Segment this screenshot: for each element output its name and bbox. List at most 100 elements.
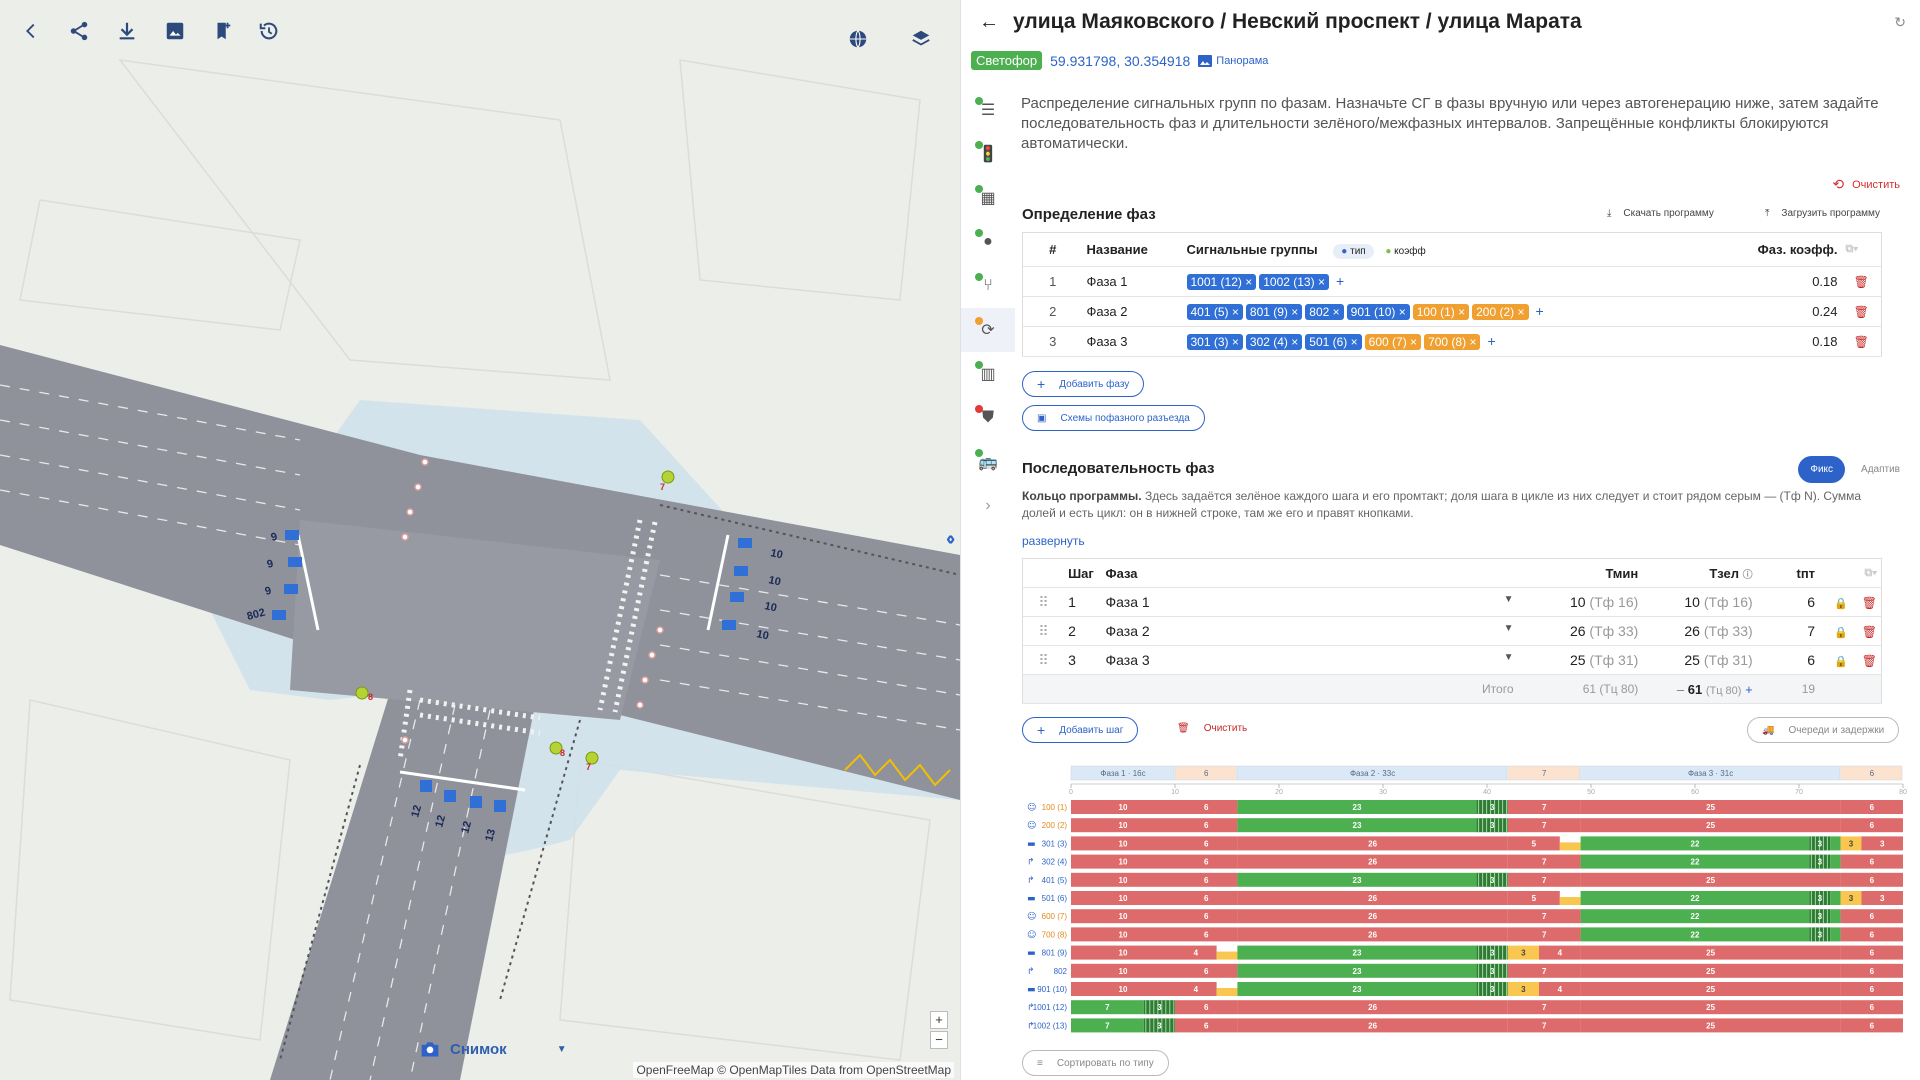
snapshot-button[interactable]: Снимок ▼ (420, 1040, 567, 1058)
delete-phase-icon[interactable]: 🗑 (1854, 335, 1869, 349)
copy-icon[interactable]: ⧉▾ (1819, 558, 1882, 588)
clear-button[interactable]: ⟲ Очистить (1832, 176, 1900, 193)
sort-by-type-button[interactable]: ≡ Сортировать по типу (1022, 1050, 1169, 1076)
globe-icon[interactable] (845, 26, 871, 52)
step-phase-select[interactable]: Фаза 1 ▼ (1101, 587, 1518, 617)
help-icon[interactable]: ⓘ (1743, 570, 1753, 581)
step-tmin[interactable]: 26 (Тф 33) (1517, 616, 1643, 646)
rail-settings[interactable]: ☰ (961, 88, 1015, 132)
signal-group-chip[interactable]: 100 (1) × (1412, 304, 1470, 320)
step-tzel[interactable]: 25 (Тф 31) (1642, 645, 1757, 675)
collapse-panel-icon[interactable]: ‹› (946, 528, 956, 551)
history-icon[interactable] (256, 18, 282, 44)
delete-step-icon[interactable]: 🗑 (1862, 625, 1877, 639)
step-tpt[interactable]: 6 (1756, 587, 1820, 617)
close-icon[interactable]: × (1232, 305, 1239, 319)
add-group-icon[interactable]: + (1487, 333, 1495, 349)
drag-handle-icon[interactable]: ⠿ (1022, 645, 1065, 675)
minus-button[interactable]: – (1677, 682, 1684, 697)
signal-group-chip[interactable]: 301 (3) × (1186, 334, 1243, 350)
close-icon[interactable]: × (1318, 275, 1325, 289)
plus-button[interactable]: + (1745, 682, 1753, 697)
close-icon[interactable]: × (1351, 335, 1358, 349)
schemes-button[interactable]: ▣ Схемы пофазного разъезда (1022, 405, 1205, 431)
signal-group-chip[interactable]: 802 × (1305, 304, 1344, 320)
close-icon[interactable]: × (1333, 305, 1340, 319)
close-icon[interactable]: × (1399, 305, 1406, 319)
coordinates[interactable]: 59.931798, 30.354918 (1050, 53, 1190, 69)
rail-fork[interactable]: ⑂ (961, 264, 1015, 308)
download-icon[interactable] (114, 18, 140, 44)
close-icon[interactable]: × (1410, 335, 1417, 349)
download-program-button[interactable]: ⤓ Скачать программу (1607, 208, 1714, 219)
phase-name[interactable]: Фаза 2 (1082, 296, 1183, 327)
bookmark-add-icon[interactable] (210, 18, 236, 44)
delete-step-icon[interactable]: 🗑 (1862, 654, 1877, 668)
lock-icon[interactable]: 🔒 (1834, 598, 1848, 610)
delete-phase-icon[interactable]: 🗑 (1854, 275, 1869, 289)
share-icon[interactable] (66, 18, 92, 44)
close-icon[interactable]: × (1291, 335, 1298, 349)
close-icon[interactable]: × (1291, 305, 1298, 319)
drag-handle-icon[interactable]: ⠿ (1022, 587, 1065, 617)
step-phase-select[interactable]: Фаза 2 ▼ (1101, 616, 1518, 646)
delete-step-icon[interactable]: 🗑 (1862, 596, 1877, 610)
rail-transport[interactable]: 🚌 (961, 440, 1015, 484)
signal-group-chip[interactable]: 501 (6) × (1305, 334, 1362, 350)
signal-group-chip[interactable]: 401 (5) × (1186, 304, 1243, 320)
rail-phases[interactable]: ⟳ (961, 308, 1015, 352)
rail-stats[interactable]: ▥ (961, 352, 1015, 396)
add-group-icon[interactable]: + (1336, 273, 1344, 289)
queues-button[interactable]: 🚚 Очереди и задержки (1747, 717, 1900, 743)
back-arrow-icon[interactable]: ← (979, 11, 999, 34)
step-tzel[interactable]: 26 (Тф 33) (1642, 616, 1757, 646)
panorama-link[interactable]: Панорама (1198, 54, 1268, 67)
add-group-icon[interactable]: + (1536, 303, 1544, 319)
map-view[interactable]: 9 9 9 802 10 10 10 10 12 12 12 13 7887 + − Снимок ▼… (0, 0, 960, 1080)
phase-name[interactable]: Фаза 3 (1082, 326, 1183, 357)
signal-group-chip[interactable]: 200 (2) × (1472, 304, 1529, 320)
expand-link[interactable]: развернуть (1022, 534, 1085, 548)
mode-adaptive[interactable]: Адаптив (1861, 464, 1900, 475)
close-icon[interactable]: × (1469, 335, 1476, 349)
add-phase-button[interactable]: + Добавить фазу (1022, 371, 1145, 397)
step-tmin[interactable]: 25 (Тф 31) (1517, 645, 1643, 675)
copy-icon[interactable]: ⧉▾ (1841, 232, 1882, 267)
close-icon[interactable]: × (1518, 305, 1525, 319)
close-icon[interactable]: × (1458, 305, 1465, 319)
signal-group-chip[interactable]: 700 (8) × (1424, 334, 1481, 350)
zoom-out-button[interactable]: − (930, 1031, 948, 1049)
mode-fixed[interactable]: Фикс (1798, 456, 1846, 483)
rail-shield[interactable]: ⛊ (961, 396, 1015, 440)
mode-toggle[interactable]: Фикс Адаптив (1798, 456, 1900, 483)
lock-icon[interactable]: 🔒 (1834, 656, 1848, 668)
add-step-button[interactable]: + Добавить шаг (1022, 717, 1139, 743)
close-icon[interactable]: × (1232, 335, 1239, 349)
image-icon[interactable] (162, 18, 188, 44)
drag-handle-icon[interactable]: ⠿ (1022, 616, 1065, 646)
map-attribution[interactable]: OpenFreeMap © OpenMapTiles Data from Ope… (633, 1062, 954, 1078)
rail-traffic-light[interactable]: 🚦 (961, 132, 1015, 176)
phase-name[interactable]: Фаза 1 (1082, 266, 1183, 297)
signal-group-chip[interactable]: 1001 (12) × (1186, 274, 1257, 290)
back-icon[interactable] (18, 18, 44, 44)
step-tmin[interactable]: 10 (Тф 16) (1517, 587, 1643, 617)
layers-icon[interactable] (908, 26, 934, 52)
zoom-in-button[interactable]: + (930, 1011, 948, 1029)
signal-group-chip[interactable]: 302 (4) × (1245, 334, 1303, 350)
legend-coef[interactable]: ● коэфф (1385, 246, 1425, 257)
clear-steps-button[interactable]: 🗑 Очистить (1177, 723, 1247, 734)
upload-program-button[interactable]: ⤒ Загрузить программу (1765, 208, 1880, 219)
step-phase-select[interactable]: Фаза 3 ▼ (1101, 645, 1518, 675)
rail-grid[interactable]: ▦ (961, 176, 1015, 220)
step-tzel[interactable]: 10 (Тф 16) (1642, 587, 1757, 617)
signal-group-chip[interactable]: 600 (7) × (1364, 334, 1422, 350)
delete-phase-icon[interactable]: 🗑 (1854, 305, 1869, 319)
legend-type[interactable]: ● тип (1333, 244, 1374, 259)
refresh-icon[interactable]: ↻ (1894, 14, 1906, 31)
signal-group-chip[interactable]: 901 (10) × (1346, 304, 1410, 320)
chevron-down-icon[interactable]: ▼ (557, 1044, 567, 1055)
close-icon[interactable]: × (1245, 275, 1252, 289)
step-tpt[interactable]: 6 (1756, 645, 1820, 675)
rail-conflicts[interactable]: ● (961, 220, 1015, 264)
